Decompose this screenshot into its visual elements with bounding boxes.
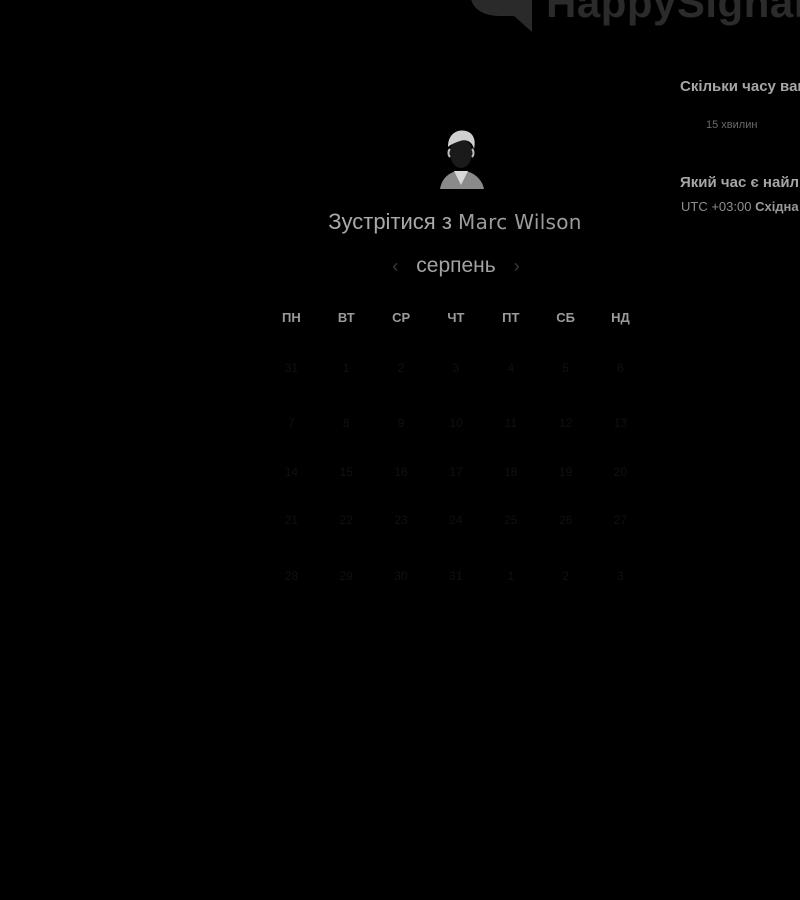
calendar-day[interactable]: 12 [538, 408, 593, 438]
time-question: Який час є найліпшим? [680, 174, 800, 191]
calendar-day[interactable]: 23 [374, 505, 429, 535]
calendar-day[interactable]: 20 [593, 457, 648, 487]
brand-name: HappySignals [546, 0, 800, 26]
calendar-day[interactable]: 28 [264, 561, 319, 591]
month-navigation: ‹ серпень › [360, 252, 552, 280]
calendar-day[interactable]: 30 [374, 561, 429, 591]
weekday-header: ПН ВТ СР ЧТ ПТ СБ НД [264, 306, 648, 330]
calendar-week: 14 15 16 17 18 19 20 [264, 457, 648, 487]
calendar-day[interactable]: 2 [374, 353, 429, 383]
timezone-name: Східна Європа [755, 199, 800, 214]
duration-option[interactable]: 15 хвилин [706, 119, 757, 131]
duration-question: Скільки часу вам потрібно? [680, 78, 800, 95]
calendar-day[interactable]: 7 [264, 408, 319, 438]
calendar-day[interactable]: 1 [483, 561, 538, 591]
chevron-left-icon[interactable]: ‹ [392, 257, 398, 275]
calendar-day[interactable]: 31 [429, 561, 484, 591]
meeting-scheduler-page: HappySignals Зустрітися з Marc Wilson ‹ … [0, 0, 800, 900]
weekday-sat: СБ [556, 310, 575, 325]
weekday-mon: ПН [282, 310, 301, 325]
calendar-day[interactable]: 3 [429, 353, 484, 383]
chevron-right-icon[interactable]: › [514, 257, 520, 275]
calendar-week: 7 8 9 10 11 12 13 [264, 408, 648, 438]
weekday-tue: ВТ [337, 310, 355, 325]
heading-prefix: Зустрітися з [328, 209, 452, 234]
calendar-day[interactable]: 21 [264, 505, 319, 535]
calendar-day[interactable]: 2 [538, 561, 593, 591]
host-avatar [440, 130, 484, 189]
calendar-day[interactable]: 14 [264, 457, 319, 487]
calendar-grid: ПН ВТ СР ЧТ ПТ СБ НД 31 1 2 3 4 5 6 7 8 … [264, 306, 648, 583]
calendar-day[interactable]: 8 [319, 408, 374, 438]
weekday-fri: ПТ [502, 310, 520, 325]
calendar-day[interactable]: 11 [483, 408, 538, 438]
calendar-day[interactable]: 22 [319, 505, 374, 535]
weekday-sun: НД [611, 310, 630, 325]
calendar-day[interactable]: 10 [429, 408, 484, 438]
calendar-day[interactable]: 18 [483, 457, 538, 487]
calendar-day[interactable]: 6 [593, 353, 648, 383]
calendar-day[interactable]: 4 [483, 353, 538, 383]
calendar-day[interactable]: 9 [374, 408, 429, 438]
calendar-day[interactable]: 19 [538, 457, 593, 487]
weekday-thu: ЧТ [447, 310, 465, 325]
calendar-week: 31 1 2 3 4 5 6 [264, 353, 648, 383]
calendar-week: 21 22 23 24 25 26 27 [264, 505, 648, 535]
calendar-week: 28 29 30 31 1 2 3 [264, 561, 648, 591]
calendar-day[interactable]: 15 [319, 457, 374, 487]
current-month: серпень [416, 254, 496, 277]
calendar-day[interactable]: 25 [483, 505, 538, 535]
calendar-day[interactable]: 3 [593, 561, 648, 591]
calendar-day[interactable]: 17 [429, 457, 484, 487]
timezone-selector[interactable]: UTC +03:00 Східна Європа [681, 199, 800, 214]
calendar-day[interactable]: 5 [538, 353, 593, 383]
host-name: Marc Wilson [458, 210, 582, 234]
speech-bubble-logo-icon [471, 0, 532, 32]
calendar-day[interactable]: 29 [319, 561, 374, 591]
timezone-offset: UTC +03:00 [681, 199, 752, 214]
calendar-day[interactable]: 13 [593, 408, 648, 438]
calendar-day[interactable]: 27 [593, 505, 648, 535]
meeting-heading: Зустрітися з Marc Wilson [250, 208, 660, 236]
calendar-day[interactable]: 16 [374, 457, 429, 487]
brand-logo: HappySignals [462, 0, 800, 34]
calendar-day[interactable]: 31 [264, 353, 319, 383]
calendar-day[interactable]: 1 [319, 353, 374, 383]
weekday-wed: СР [392, 310, 411, 325]
calendar-day[interactable]: 24 [429, 505, 484, 535]
calendar-day[interactable]: 26 [538, 505, 593, 535]
